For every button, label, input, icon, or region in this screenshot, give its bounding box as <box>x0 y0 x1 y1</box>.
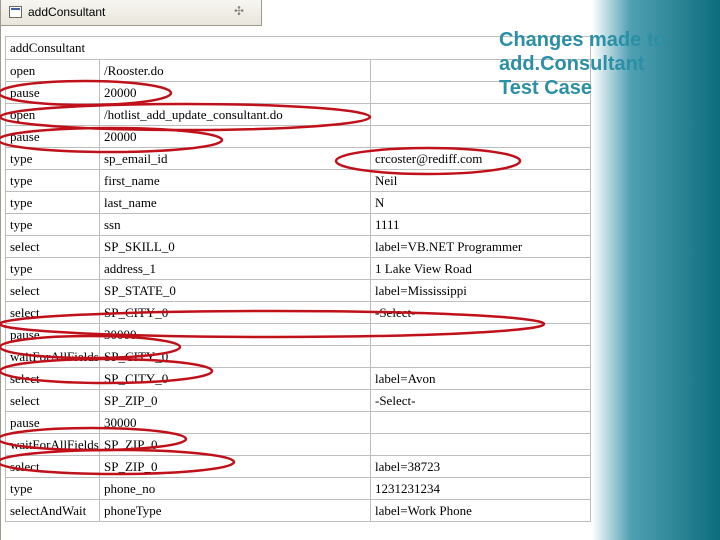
command-cell: type <box>5 257 100 280</box>
slide-title-line: add.Consultant <box>499 53 645 75</box>
value-cell <box>370 345 591 368</box>
command-cell: open <box>5 103 100 126</box>
table-row: select SP_STATE_0 label=Mississippi <box>5 279 591 302</box>
target-cell: SP_CITY_0 <box>99 301 371 324</box>
table-row: selectAndWait phoneType label=Work Phone <box>5 499 591 522</box>
command-cell: pause <box>5 411 100 434</box>
target-cell: ssn <box>99 213 371 236</box>
value-cell: crcoster@rediff.com <box>370 147 591 170</box>
pin-icon[interactable]: ✣ <box>234 4 244 18</box>
value-cell: 1231231234 <box>370 477 591 500</box>
target-cell: SP_CITY_0 <box>99 367 371 390</box>
target-cell: phone_no <box>99 477 371 500</box>
table-row: pause 30000 <box>5 323 591 346</box>
slide-title-line: Changes made to <box>499 29 666 51</box>
target-cell: 30000 <box>99 323 371 346</box>
target-cell: SP_SKILL_0 <box>99 235 371 258</box>
value-cell: label=Work Phone <box>370 499 591 522</box>
target-cell: SP_ZIP_0 <box>99 433 371 456</box>
command-cell: select <box>5 301 100 324</box>
table-row: open/hotlist_add_update_consultant.do <box>5 103 591 126</box>
table-row: select SP_ZIP_0 -Select- <box>5 389 591 412</box>
command-cell: select <box>5 367 100 390</box>
value-cell: label=Avon <box>370 367 591 390</box>
target-cell: phoneType <box>99 499 371 522</box>
target-cell: SP_ZIP_0 <box>99 389 371 412</box>
value-cell <box>370 411 591 434</box>
table-row: type address_1 1 Lake View Road <box>5 257 591 280</box>
target-cell: address_1 <box>99 257 371 280</box>
target-cell: 20000 <box>99 125 371 148</box>
value-cell <box>370 433 591 456</box>
table-row: type last_name N <box>5 191 591 214</box>
table-row: type first_name Neil <box>5 169 591 192</box>
command-cell: select <box>5 279 100 302</box>
table-row: select SP_SKILL_0 label=VB.NET Programmer <box>5 235 591 258</box>
table-row: pause 20000 <box>5 125 591 148</box>
command-cell: pause <box>5 323 100 346</box>
table-row: select SP_CITY_0 -Select- <box>5 301 591 324</box>
target-cell: /Rooster.do <box>99 59 371 82</box>
value-cell <box>370 125 591 148</box>
command-cell: selectAndWait <box>5 499 100 522</box>
command-cell: open <box>5 59 100 82</box>
table-row: type ssn 1111 <box>5 213 591 236</box>
target-cell: SP_STATE_0 <box>99 279 371 302</box>
target-cell: 20000 <box>99 81 371 104</box>
value-cell: -Select- <box>370 389 591 412</box>
value-cell: N <box>370 191 591 214</box>
target-cell: sp_email_id <box>99 147 371 170</box>
document-tab[interactable]: addConsultant ✣ <box>0 0 262 26</box>
command-cell: select <box>5 235 100 258</box>
value-cell: 1111 <box>370 213 591 236</box>
value-cell <box>370 323 591 346</box>
table-row: select SP_CITY_0 label=Avon <box>5 367 591 390</box>
table-row: type sp_email_id crcoster@rediff.com <box>5 147 591 170</box>
command-cell: type <box>5 477 100 500</box>
value-cell: -Select- <box>370 301 591 324</box>
command-cell: select <box>5 389 100 412</box>
target-cell: SP_CITY_0 <box>99 345 371 368</box>
value-cell: label=VB.NET Programmer <box>370 235 591 258</box>
value-cell: label=Mississippi <box>370 279 591 302</box>
command-cell: type <box>5 147 100 170</box>
value-cell: 1 Lake View Road <box>370 257 591 280</box>
command-cell: type <box>5 191 100 214</box>
table-row: waitForAllFields SP_CITY_0 <box>5 345 591 368</box>
value-cell <box>370 103 591 126</box>
target-cell: /hotlist_add_update_consultant.do <box>99 103 371 126</box>
table-row: type phone_no 1231231234 <box>5 477 591 500</box>
target-cell: SP_ZIP_0 <box>99 455 371 478</box>
command-cell: select <box>5 455 100 478</box>
value-cell: label=38723 <box>370 455 591 478</box>
tab-title: addConsultant <box>28 5 106 19</box>
slide-title: Changes made to add.Consultant Test Case <box>499 28 719 100</box>
slide-title-line: Test Case <box>499 77 593 99</box>
command-cell: type <box>5 169 100 192</box>
value-cell: Neil <box>370 169 591 192</box>
target-cell: 30000 <box>99 411 371 434</box>
table-row: waitForAllFields SP_ZIP_0 <box>5 433 591 456</box>
table-row: pause 30000 <box>5 411 591 434</box>
target-cell: first_name <box>99 169 371 192</box>
command-cell: waitForAllFields <box>5 433 100 456</box>
command-cell: type <box>5 213 100 236</box>
command-cell: pause <box>5 81 100 104</box>
document-icon <box>9 6 22 18</box>
table-row: select SP_ZIP_0 label=38723 <box>5 455 591 478</box>
target-cell: last_name <box>99 191 371 214</box>
test-case-table: addConsultant open/Rooster.do pause 20000 o… <box>5 36 591 522</box>
command-cell: waitForAllFields <box>5 345 100 368</box>
command-cell: pause <box>5 125 100 148</box>
